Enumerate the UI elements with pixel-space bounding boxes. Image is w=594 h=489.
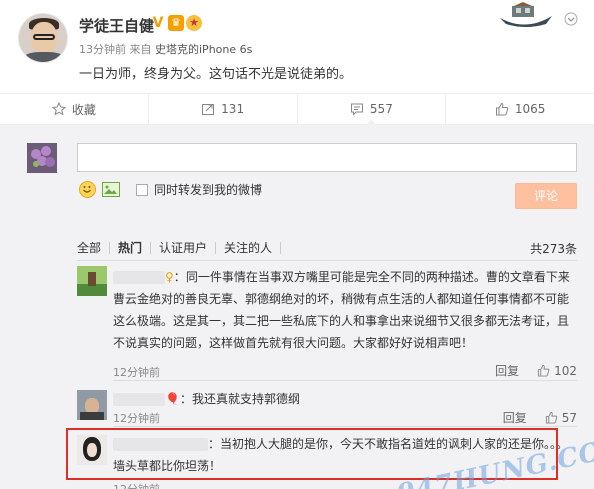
divider	[77, 260, 577, 261]
comment-item: ♀：同一件事情在当事双方嘴里可能是完全不同的两种描述。曹的文章看下来曹云金绝对的…	[77, 266, 577, 379]
comment-actions: 回复 57	[503, 409, 577, 426]
vip-icon: ♀	[165, 270, 174, 284]
comment-text-block: ♀：同一件事情在当事双方嘴里可能是完全不同的两种描述。曹的文章看下来曹云金绝对的…	[113, 270, 570, 350]
medal-icon: 🎈	[165, 392, 180, 406]
repost-checkbox[interactable]	[136, 183, 148, 196]
post-meta: 13分钟前 来自 史塔克的iPhone 6s	[79, 41, 252, 57]
post-action-bar: 收藏 131 557 1065	[0, 93, 594, 125]
tab-following[interactable]: 关注的人	[224, 242, 282, 254]
comment-button[interactable]: 557	[298, 94, 447, 124]
comment-time: 12分钟前	[113, 366, 160, 379]
comment-like-button[interactable]: 57	[545, 411, 577, 425]
tab-hot[interactable]: 热门	[118, 242, 152, 254]
commenter-name-redacted[interactable]	[113, 393, 165, 406]
verified-icon: V	[152, 15, 164, 31]
commenter-name-redacted[interactable]	[113, 271, 165, 284]
comment-actions: 回复 102	[495, 362, 577, 379]
image-upload-icon[interactable]	[102, 182, 120, 197]
tab-verified[interactable]: 认证用户	[159, 242, 217, 254]
emoji-icon[interactable]	[79, 181, 96, 198]
post-text: 一日为师，终身为父。这句话不光是说徒弟的。	[79, 67, 353, 82]
comment-input[interactable]	[77, 143, 577, 172]
reply-button[interactable]: 回复	[495, 362, 519, 379]
comment-section: 同时转发到我的微博 评论 全部 热门 认证用户 关注的人 共273条 ♀：同一件…	[0, 125, 594, 489]
tab-all[interactable]: 全部	[77, 242, 111, 254]
boat-decoration-icon	[500, 2, 552, 27]
divider	[113, 380, 577, 381]
from-label: 来自	[129, 43, 152, 56]
favorite-label: 收藏	[71, 102, 96, 117]
comment-text: 我还真就支持郭德纲	[191, 392, 300, 406]
like-count: 1065	[514, 102, 546, 116]
comment-total-count: 共273条	[530, 241, 577, 256]
user-badges: V ♛ ★	[150, 15, 202, 31]
comment-count: 557	[369, 102, 393, 116]
comment-icon	[350, 103, 363, 116]
repost-icon	[202, 104, 215, 115]
commenter-avatar[interactable]	[77, 390, 107, 420]
comment-filter-bar: 全部 热门 认证用户 关注的人 共273条	[77, 237, 577, 259]
repost-count: 131	[221, 102, 245, 116]
user-avatar[interactable]	[18, 13, 68, 63]
comment-time: 12分钟前	[113, 481, 160, 489]
chevron-down-icon[interactable]	[562, 12, 580, 30]
vip-crown-icon: ♛	[168, 15, 184, 31]
comment-like-count: 102	[554, 363, 577, 378]
comment-like-count: 57	[561, 410, 577, 425]
comment-time: 12分钟前	[113, 412, 160, 425]
medal-icon: ★	[186, 15, 202, 31]
post-time[interactable]: 13分钟前	[79, 43, 126, 56]
comment-tools: 同时转发到我的微博	[79, 181, 262, 198]
comment-text-block: 🎈：我还真就支持郭德纲	[113, 388, 577, 410]
weibo-post: 学徒王自健 V ♛ ★ 13分钟前 来自 史塔克的iPhone 6s 一日为师，…	[0, 0, 594, 90]
thumbs-up-icon	[495, 102, 509, 116]
username[interactable]: 学徒王自健	[79, 15, 154, 36]
like-button[interactable]: 1065	[446, 94, 594, 124]
repost-checkbox-label[interactable]: 同时转发到我的微博	[154, 181, 262, 198]
divider	[113, 426, 577, 427]
star-icon	[51, 102, 66, 116]
submit-comment-button[interactable]: 评论	[515, 183, 577, 209]
my-avatar[interactable]	[27, 143, 57, 173]
comment-like-button[interactable]: 102	[537, 364, 577, 378]
repost-button[interactable]: 131	[149, 94, 298, 124]
reply-button[interactable]: 回复	[503, 409, 527, 426]
thumbs-up-icon	[545, 411, 557, 424]
commenter-avatar[interactable]	[77, 266, 107, 296]
thumbs-up-icon	[538, 364, 550, 377]
comment-item: 🎈：我还真就支持郭德纲 12分钟前 回复 57	[77, 388, 577, 425]
post-device[interactable]: 史塔克的iPhone 6s	[155, 43, 252, 56]
favorite-button[interactable]: 收藏	[0, 94, 149, 124]
